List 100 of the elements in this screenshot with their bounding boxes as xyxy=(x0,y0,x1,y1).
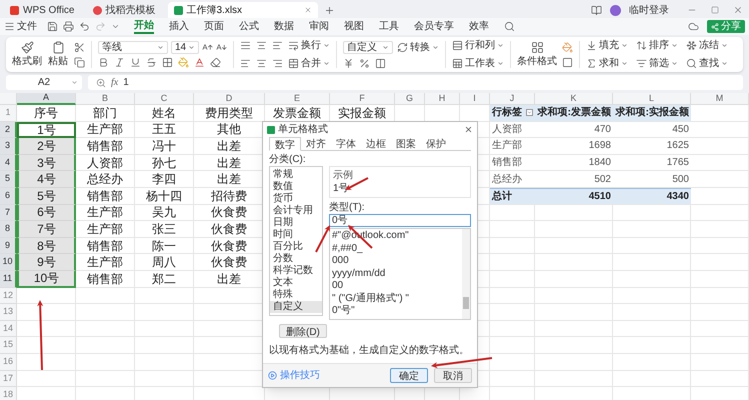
align-top-icon[interactable] xyxy=(240,40,251,51)
sum-button[interactable]: 求和 xyxy=(586,56,628,71)
sort-button[interactable]: 排序 xyxy=(636,38,678,53)
login-button[interactable]: 临时登录 xyxy=(629,2,669,18)
book-icon[interactable] xyxy=(591,4,602,16)
type-field[interactable]: 0号 xyxy=(329,214,471,227)
align-middle-icon[interactable] xyxy=(256,40,267,51)
fill-icon[interactable] xyxy=(586,40,597,51)
category-item[interactable]: 日期 xyxy=(270,217,322,229)
column-header[interactable]: C xyxy=(135,93,194,105)
undo-icon[interactable] xyxy=(79,21,90,32)
column-header[interactable]: A xyxy=(17,93,76,105)
column-header[interactable]: H xyxy=(425,93,460,105)
strikethrough-icon[interactable] xyxy=(146,57,157,68)
row-header[interactable]: 9 xyxy=(0,238,17,254)
format-item[interactable]: yyyy/mm/dd xyxy=(330,268,462,280)
filter-button[interactable]: 筛选 xyxy=(636,56,678,71)
dialog-tab[interactable]: 字体 xyxy=(331,137,361,150)
rows-columns-button[interactable]: 行和列 xyxy=(452,38,504,53)
cloud-icon[interactable] xyxy=(688,21,699,32)
category-item[interactable]: 特殊 xyxy=(270,289,322,301)
window-tab[interactable]: 工作簿3.xlsx xyxy=(168,2,318,18)
ribbon-tab[interactable]: 视图 xyxy=(344,20,364,33)
ribbon-tab[interactable]: 效率 xyxy=(469,20,489,33)
category-item[interactable]: 自定义 xyxy=(270,301,322,313)
font-color-icon[interactable] xyxy=(194,57,205,68)
ribbon-tab[interactable]: 工具 xyxy=(379,20,399,33)
convert-icon[interactable] xyxy=(397,42,408,53)
style-icon[interactable] xyxy=(562,42,573,52)
font-size-dropdown[interactable]: 14 xyxy=(171,41,199,54)
percent-icon[interactable] xyxy=(359,58,370,69)
indent-icon[interactable] xyxy=(272,40,283,51)
fill-button[interactable]: 填充 xyxy=(586,38,628,53)
tips-link[interactable]: 操作技巧 xyxy=(268,368,320,383)
zoom-icon[interactable] xyxy=(96,78,106,88)
eraser-icon[interactable] xyxy=(210,57,221,68)
ribbon-tab[interactable]: 插入 xyxy=(169,20,189,33)
merge-icon[interactable] xyxy=(288,58,299,69)
row-header[interactable]: 10 xyxy=(0,254,17,271)
close-icon[interactable] xyxy=(304,6,312,14)
cut-icon[interactable] xyxy=(74,42,85,52)
window-tab[interactable]: WPS Office xyxy=(4,2,80,18)
column-header[interactable]: F xyxy=(330,93,395,105)
bold-icon[interactable] xyxy=(98,57,109,68)
ribbon-tab[interactable]: 审阅 xyxy=(309,20,329,33)
formula-field[interactable]: 1 xyxy=(123,75,129,90)
font-dropdown[interactable]: 等线 xyxy=(98,41,168,54)
print-icon[interactable] xyxy=(63,21,74,32)
format-item[interactable]: 000 xyxy=(330,255,462,268)
wrap-icon[interactable] xyxy=(288,40,299,51)
worksheet-icon[interactable] xyxy=(452,58,463,69)
align-right-icon[interactable] xyxy=(272,58,283,69)
file-menu[interactable]: 文件 xyxy=(17,19,37,34)
row-header[interactable]: 8 xyxy=(0,221,17,238)
category-item[interactable]: 文本 xyxy=(270,277,322,289)
copy-icon[interactable] xyxy=(74,56,85,68)
format-painter-button[interactable]: 格式刷 xyxy=(12,40,42,68)
filter-icon[interactable] xyxy=(636,58,647,69)
avatar-icon[interactable] xyxy=(610,4,621,16)
italic-icon[interactable] xyxy=(114,57,125,68)
column-header[interactable]: D xyxy=(194,93,265,105)
function-label[interactable]: fx xyxy=(111,75,118,90)
sum-icon[interactable] xyxy=(586,58,597,69)
ribbon-tab[interactable]: 数据 xyxy=(274,20,294,33)
category-item[interactable]: 分数 xyxy=(270,253,322,265)
dialog-tab[interactable]: 边框 xyxy=(361,137,391,150)
format-item[interactable]: " ("G/通用格式") " xyxy=(330,292,462,305)
fill-color-icon[interactable] xyxy=(178,57,189,68)
column-header[interactable]: M xyxy=(691,93,749,105)
filter-dropdown-icon[interactable] xyxy=(526,109,533,116)
ok-button[interactable]: 确定 xyxy=(390,368,428,383)
category-item[interactable]: 会计专用 xyxy=(270,205,322,217)
close-icon[interactable] xyxy=(733,5,743,15)
column-header[interactable]: E xyxy=(265,93,330,105)
category-item[interactable]: 科学记数 xyxy=(270,265,322,277)
dialog-tab[interactable]: 图案 xyxy=(391,137,421,150)
category-item[interactable]: 百分比 xyxy=(270,241,322,253)
row-header[interactable]: 5 xyxy=(0,171,17,188)
ribbon-tab[interactable]: 页面 xyxy=(204,20,224,33)
cancel-button[interactable]: 取消 xyxy=(434,368,472,383)
category-item[interactable]: 数值 xyxy=(270,181,322,193)
dialog-tab[interactable]: 数字 xyxy=(269,137,301,151)
convert-button[interactable]: 转换 xyxy=(397,40,439,55)
column-header[interactable]: G xyxy=(395,93,425,105)
align-left-icon[interactable] xyxy=(240,58,251,69)
cell-icon[interactable] xyxy=(562,56,573,68)
chevron-icon[interactable] xyxy=(111,22,120,31)
window-tab[interactable]: 找稻壳模板 xyxy=(86,2,162,18)
dialog-tab[interactable]: 对齐 xyxy=(301,137,331,150)
sort-icon[interactable] xyxy=(636,40,647,51)
row-header[interactable]: 7 xyxy=(0,204,17,222)
column-header[interactable]: I xyxy=(460,93,490,105)
category-item[interactable]: 货币 xyxy=(270,193,322,205)
scrollbar[interactable] xyxy=(462,229,470,319)
align-center-icon[interactable] xyxy=(256,58,267,69)
name-box[interactable]: A2 xyxy=(6,75,82,90)
ribbon-tab[interactable]: 开始 xyxy=(134,19,154,34)
decimal-icon[interactable] xyxy=(375,58,386,69)
search-icon[interactable] xyxy=(504,21,515,32)
close-icon[interactable] xyxy=(464,125,473,134)
